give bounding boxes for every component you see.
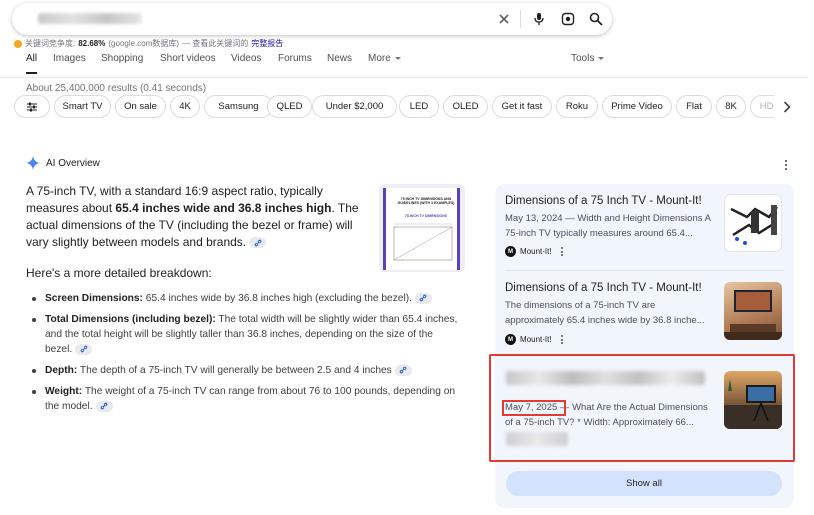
citation-link-icon[interactable] <box>95 400 113 412</box>
bullet-label: Total Dimensions (including bezel): <box>45 314 216 325</box>
search-icon[interactable] <box>588 11 604 27</box>
filter-settings-chip[interactable] <box>14 95 50 118</box>
tv-mount-image <box>730 205 778 245</box>
chip-8k[interactable]: 8K <box>716 95 746 118</box>
more-options-icon[interactable] <box>560 335 563 344</box>
ai-overview-thumbnail[interactable]: 75 INCH TV DIMENSIONS AND GUIDELINES (WI… <box>379 184 465 272</box>
chip-on-sale[interactable]: On sale <box>115 95 166 118</box>
search-divider <box>520 10 521 28</box>
seo-report-link[interactable]: 完整报告 <box>251 38 283 49</box>
chip-samsung[interactable]: Samsung <box>204 95 273 118</box>
breakdown-title: Here's a more detailed breakdown: <box>26 266 212 280</box>
chip-led[interactable]: LED <box>399 95 439 118</box>
chip-roku[interactable]: Roku <box>556 95 598 118</box>
mount-it-logo-icon: M <box>505 334 516 345</box>
chip-under-2000[interactable]: Under $2,000 <box>312 95 397 118</box>
bullet-label: Screen Dimensions: <box>45 293 143 304</box>
tab-forums[interactable]: Forums <box>278 53 312 64</box>
thumbnail-page: 75 INCH TV DIMENSIONS AND GUIDELINES (WI… <box>383 188 460 270</box>
filter-chips: Smart TV On sale 4K Samsung QLED Under $… <box>14 95 774 119</box>
microphone-icon[interactable] <box>531 11 547 27</box>
bullet-text: 65.4 inches wide by 36.8 inches high (ex… <box>142 293 412 304</box>
source-snippet: The dimensions of a 75-inch TV are appro… <box>505 300 705 326</box>
tab-videos[interactable]: Videos <box>231 53 261 64</box>
source-snippet: May 13, 2024 — Width and Height Dimensio… <box>505 213 711 239</box>
tab-tools-label: Tools <box>571 53 595 64</box>
chip-smart-tv[interactable]: Smart TV <box>54 95 111 118</box>
chip-hdr[interactable]: HDR <box>750 95 774 118</box>
seo-competition-line: 关键词竞争度: 82.68% (google.com数据库) — 查看此关键词的… <box>14 38 283 49</box>
ai-overview-header: AI Overview <box>26 156 100 170</box>
list-item: Depth: The depth of a 75-inch TV will ge… <box>26 363 458 378</box>
active-tab-indicator <box>26 72 37 74</box>
tab-news[interactable]: News <box>327 53 352 64</box>
source-thumbnail[interactable] <box>724 194 782 252</box>
citation-link-icon[interactable] <box>75 343 93 355</box>
tab-images[interactable]: Images <box>53 53 86 64</box>
tabs-divider <box>0 77 808 78</box>
chevron-down-icon <box>394 56 401 60</box>
sliders-icon <box>27 102 37 111</box>
living-room-tv-image <box>724 290 782 340</box>
source-site-name: Mount-It! <box>520 335 552 344</box>
more-options-icon[interactable] <box>560 247 563 256</box>
source-site-name: Mount-It! <box>520 247 552 256</box>
more-options-icon[interactable] <box>781 158 791 172</box>
show-all-button[interactable]: Show all <box>506 471 782 496</box>
seo-percent: 82.68% <box>78 39 106 48</box>
chip-qled[interactable]: QLED <box>267 95 312 118</box>
ai-overview-intro: A 75-inch TV, with a standard 16:9 aspec… <box>26 183 374 251</box>
bullet-label: Weight: <box>45 386 83 397</box>
source-divider <box>505 270 784 271</box>
citation-link-icon[interactable] <box>414 292 432 304</box>
source-site: M Mount-It! <box>505 334 563 345</box>
clear-icon[interactable] <box>496 11 512 27</box>
tab-shopping[interactable]: Shopping <box>101 53 143 64</box>
chip-prime-video[interactable]: Prime Video <box>602 95 672 118</box>
tab-more-label: More <box>368 53 391 64</box>
gemini-sparkle-icon <box>26 156 40 170</box>
tab-short-videos[interactable]: Short videos <box>160 53 216 64</box>
date-highlight-box <box>502 400 566 416</box>
thumbnail-subtitle: 75-INCH TV DIMENSIONS <box>404 214 448 218</box>
citation-link-icon[interactable] <box>249 237 267 249</box>
results-count: About 25,400,000 results (0.41 seconds) <box>26 83 207 94</box>
chip-get-it-fast[interactable]: Get it fast <box>492 95 552 118</box>
tab-all[interactable]: All <box>26 53 37 64</box>
breakdown-list: Screen Dimensions: 65.4 inches wide by 3… <box>26 291 458 420</box>
seo-label: 关键词竞争度: <box>25 39 76 48</box>
thumbnail-title: 75 INCH TV DIMENSIONS AND GUIDELINES (WI… <box>397 197 455 205</box>
tab-more[interactable]: More <box>368 53 401 64</box>
source-site: M Mount-It! <box>505 246 563 257</box>
chevron-right-icon[interactable] <box>779 99 795 115</box>
seo-source: (google.com数据库) <box>108 39 180 48</box>
source-title[interactable]: Dimensions of a 75 Inch TV - Mount-It! <box>505 282 702 294</box>
list-item: Total Dimensions (including bezel): The … <box>26 312 458 357</box>
search-bar[interactable] <box>12 3 612 35</box>
seo-dash-text: — 查看此关键词的 <box>182 39 249 48</box>
chip-oled[interactable]: OLED <box>443 95 488 118</box>
intro-bold: 65.4 inches wide and 36.8 inches high <box>115 201 332 215</box>
chevron-down-icon <box>598 56 605 60</box>
source-thumbnail[interactable] <box>724 282 782 340</box>
source-title[interactable]: Dimensions of a 75 Inch TV - Mount-It! <box>505 195 702 207</box>
ai-overview-title: AI Overview <box>46 157 100 169</box>
chip-flat[interactable]: Flat <box>676 95 712 118</box>
seo-extension-icon <box>14 39 22 48</box>
chip-4k[interactable]: 4K <box>170 95 200 118</box>
citation-link-icon[interactable] <box>394 364 412 376</box>
list-item: Weight: The weight of a 75-inch TV can r… <box>26 384 458 414</box>
lens-icon[interactable] <box>560 11 576 27</box>
tab-tools[interactable]: Tools <box>571 53 605 64</box>
bullet-label: Depth: <box>45 365 78 376</box>
bullet-text: The depth of a 75-inch TV will generally… <box>77 365 392 376</box>
search-query-blurred[interactable] <box>38 13 142 24</box>
mount-it-logo-icon: M <box>505 246 516 257</box>
tv-diagram-image <box>393 223 453 261</box>
list-item: Screen Dimensions: 65.4 inches wide by 3… <box>26 291 458 306</box>
